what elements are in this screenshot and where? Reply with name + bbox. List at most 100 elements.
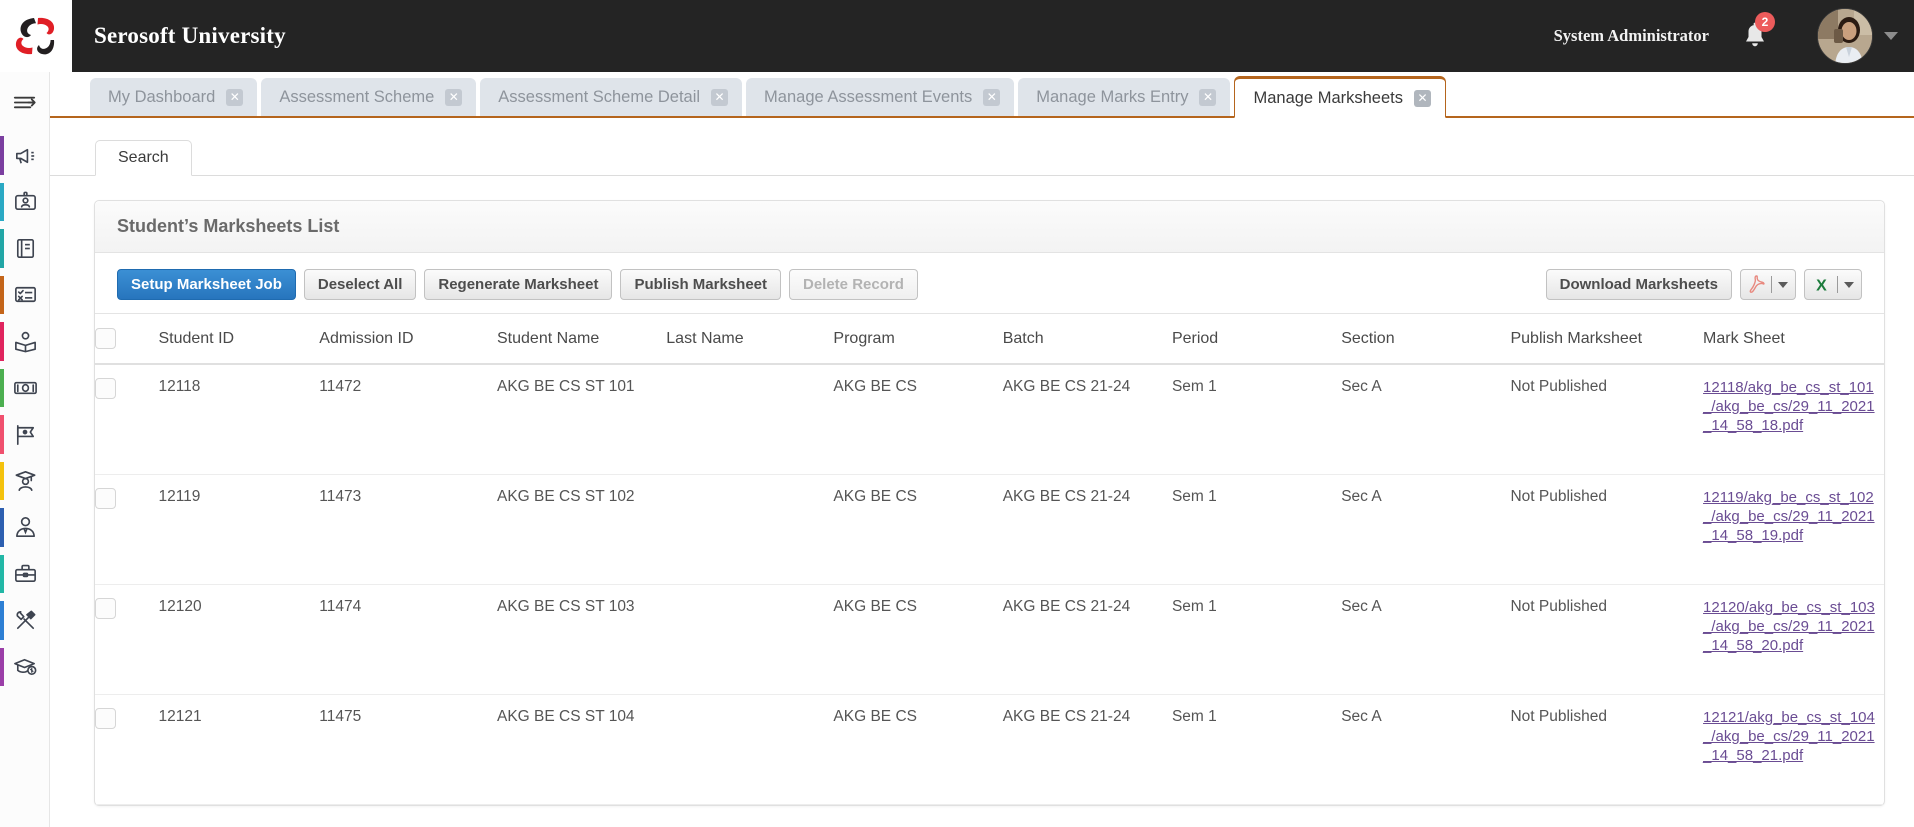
publish-marksheet-button[interactable]: Publish Marksheet [620,269,781,300]
row-select-cell [95,694,159,805]
close-icon[interactable]: ✕ [226,88,244,106]
delete-record-button: Delete Record [789,269,918,300]
tab-search[interactable]: Search [95,140,192,176]
close-icon[interactable]: ✕ [1199,88,1217,106]
cell-period: Sem 1 [1171,474,1342,585]
marksheet-pdf-link[interactable]: 12119/akg_be_cs_st_102_/akg_be_cs/29_11_… [1703,489,1875,544]
caret-down-icon[interactable] [1844,281,1854,288]
column-header-student-id[interactable]: Student ID [158,313,320,365]
sidebar-item-finance[interactable] [0,365,50,412]
tab-manage-assessment-events[interactable]: Manage Assessment Events ✕ [746,78,1015,116]
select-all-header [95,313,159,365]
export-pdf-split-button[interactable] [1740,269,1796,300]
cell-mark-sheet: 12119/akg_be_cs_st_102_/akg_be_cs/29_11_… [1703,474,1884,585]
notifications-button[interactable]: 2 [1735,12,1775,59]
row-checkbox[interactable] [95,378,116,399]
sidebar-item-placement[interactable] [0,411,50,458]
cell-last-name [666,364,834,475]
table-row[interactable]: 12121 11475 AKG BE CS ST 104 AKG BE CS A… [95,694,1884,805]
close-icon[interactable]: ✕ [1413,89,1431,107]
cell-student-id: 12121 [158,694,320,805]
accent-bar [0,647,4,686]
cell-batch: AKG BE CS 21-24 [1002,364,1172,475]
sidebar-item-examination[interactable] [0,272,50,319]
sidebar-item-hr[interactable] [0,551,50,598]
page-title: Student’s Marksheets List [117,216,340,236]
graduate-student-icon [15,471,35,492]
logged-in-user-name: System Administrator [1553,26,1709,45]
cell-student-id: 12119 [158,474,320,585]
row-checkbox[interactable] [95,487,116,509]
brand-logo[interactable] [0,0,72,72]
sidebar-toggle-button[interactable] [0,72,49,132]
caret-down-icon[interactable] [1778,281,1788,288]
marksheet-pdf-link[interactable]: 12118/akg_be_cs_st_101_/akg_be_cs/29_11_… [1703,379,1875,434]
action-toolbar: Setup Marksheet Job Deselect All Regener… [95,253,1884,313]
deselect-all-button[interactable]: Deselect All [303,269,417,300]
sidebar-item-learning[interactable] [0,318,50,365]
sidebar-item-utilities[interactable] [0,597,50,644]
accent-bar [0,415,4,454]
brand-title: Serosoft University [94,23,286,48]
sidebar-item-scholarship[interactable] [0,644,50,691]
accent-bar [0,601,4,640]
cell-section: Sec A [1341,364,1511,475]
notification-count-badge: 2 [1755,12,1775,32]
accent-bar [0,322,4,361]
row-checkbox[interactable] [95,707,116,729]
close-icon[interactable]: ✕ [711,88,729,106]
column-header-last-name[interactable]: Last Name [666,313,834,365]
sidebar-item-students[interactable] [0,458,50,505]
column-header-period[interactable]: Period [1171,313,1342,365]
cell-section: Sec A [1341,474,1511,585]
setup-marksheet-job-button[interactable]: Setup Marksheet Job [117,269,296,300]
download-marksheets-button[interactable]: Download Marksheets [1545,269,1732,300]
select-all-checkbox[interactable] [95,328,116,349]
cell-program: AKG BE CS [833,364,1003,475]
browser-tab-strip: My Dashboard ✕ Assessment Scheme ✕ Asses… [50,72,1914,118]
column-header-publish-marksheet[interactable]: Publish Marksheet [1510,313,1704,365]
export-excel-split-button[interactable]: X [1804,269,1862,300]
marksheet-pdf-link[interactable]: 12121/akg_be_cs_st_104_/akg_be_cs/29_11_… [1703,709,1875,764]
tab-label: Assessment Scheme [279,87,435,106]
column-header-program[interactable]: Program [833,313,1003,365]
regenerate-marksheet-button[interactable]: Regenerate Marksheet [424,269,613,300]
cell-admission-id: 11473 [319,474,497,585]
cell-section: Sec A [1341,694,1511,805]
tab-assessment-scheme-detail[interactable]: Assessment Scheme Detail ✕ [480,78,743,116]
marksheet-pdf-link[interactable]: 12120/akg_be_cs_st_103_/akg_be_cs/29_11_… [1703,599,1875,654]
cell-student-name: AKG BE CS ST 104 [497,694,667,805]
column-header-batch[interactable]: Batch [1002,313,1172,365]
sidebar-item-announcements[interactable] [0,132,50,179]
close-icon[interactable]: ✕ [445,88,463,106]
sidebar-item-academics[interactable] [0,225,50,272]
column-header-admission-id[interactable]: Admission ID [319,313,497,365]
row-checkbox[interactable] [95,597,116,619]
staff-person-icon [15,516,35,537]
tab-manage-marksheets[interactable]: Manage Marksheets ✕ [1234,76,1446,118]
tab-manage-marks-entry[interactable]: Manage Marks Entry ✕ [1018,78,1231,116]
close-icon[interactable]: ✕ [983,88,1001,106]
table-row[interactable]: 12118 11472 AKG BE CS ST 101 AKG BE CS A… [95,364,1884,475]
table-header-row: Student ID Admission ID Student Name Las… [95,313,1884,365]
table-row[interactable]: 12120 11474 AKG BE CS ST 103 AKG BE CS A… [95,584,1884,695]
pdf-acrobat-icon [1749,275,1765,293]
cell-batch: AKG BE CS 21-24 [1002,584,1172,695]
sidebar-item-admissions[interactable] [0,179,50,226]
tab-assessment-scheme[interactable]: Assessment Scheme ✕ [261,78,477,116]
column-header-section[interactable]: Section [1341,313,1511,365]
column-header-mark-sheet[interactable]: Mark Sheet [1703,313,1884,365]
cell-student-id: 12118 [158,364,320,475]
accent-bar [0,554,4,593]
cell-period: Sem 1 [1171,694,1342,805]
hamburger-expand-icon [13,96,36,108]
tab-my-dashboard[interactable]: My Dashboard ✕ [90,78,258,116]
column-header-student-name[interactable]: Student Name [497,313,667,365]
panel-header: Student’s Marksheets List [95,201,1884,253]
sidebar-item-staff[interactable] [0,504,50,551]
table-row[interactable]: 12119 11473 AKG BE CS ST 102 AKG BE CS A… [95,474,1884,585]
book-icon [16,238,34,258]
user-avatar[interactable] [1817,8,1873,64]
user-menu-chevron-down-icon[interactable] [1884,32,1898,40]
marksheets-panel: Student’s Marksheets List Setup Markshee… [94,200,1885,806]
